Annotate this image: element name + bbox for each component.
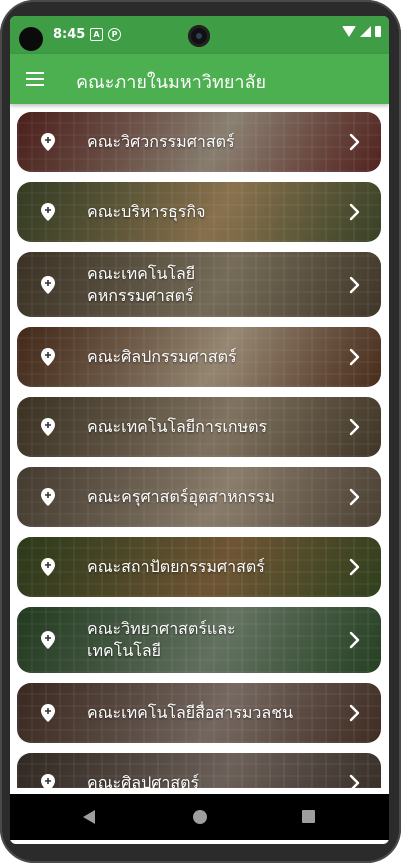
faculty-name-line: คณะสถาปัตยกรรมศาสตร์ — [87, 557, 265, 576]
chevron-right-icon[interactable] — [347, 704, 361, 722]
faculty-card[interactable]: คณะบริหารธุรกิจ — [17, 182, 381, 242]
faculty-name: คณะเทคโนโลยี คหกรรมศาสตร์ — [87, 263, 335, 307]
faculty-name-line: คณะเทคโนโลยีการเกษตร — [87, 417, 268, 436]
location-pin-icon — [41, 203, 55, 221]
location-pin-icon — [41, 488, 55, 506]
faculty-name-line: เทคโนโลยี — [87, 641, 162, 660]
signal-icon — [360, 26, 371, 37]
chevron-right-icon[interactable] — [347, 276, 361, 294]
faculty-name-line: คณะครุศาสตร์อุตสาหกรรม — [87, 487, 276, 506]
location-pin-icon — [41, 133, 55, 151]
faculty-card[interactable]: คณะวิศวกรรมศาสตร์ — [17, 112, 381, 172]
faculty-name: คณะบริหารธุรกิจ — [87, 201, 335, 223]
faculty-name: คณะวิทยาศาสตร์และเทคโนโลยี — [87, 618, 335, 662]
faculty-name: คณะศิลปศาสตร์ — [87, 772, 335, 788]
system-nav-bar — [10, 794, 389, 840]
device-frame: 8:45 A P คณะภายในมหาวิทยาลัย คณะวิศวกรรม… — [0, 0, 401, 863]
faculty-name-line: คณะบริหารธุรกิจ — [87, 202, 206, 221]
location-pin-icon — [41, 275, 55, 294]
a-icon: A — [90, 28, 103, 41]
faculty-card[interactable]: คณะวิทยาศาสตร์และเทคโนโลยี — [17, 607, 381, 673]
chevron-right-icon[interactable] — [347, 133, 361, 151]
chevron-right-icon[interactable] — [347, 488, 361, 506]
faculty-card[interactable]: คณะศิลปกรรมศาสตร์ — [17, 327, 381, 387]
p-icon: P — [108, 28, 121, 41]
faculty-name: คณะเทคโนโลยีการเกษตร — [87, 416, 335, 438]
faculty-card[interactable]: คณะครุศาสตร์อุตสาหกรรม — [17, 467, 381, 527]
home-circle-icon[interactable] — [193, 810, 207, 824]
faculty-list[interactable]: คณะวิศวกรรมศาสตร์คณะบริหารธุรกิจคณะเทคโน… — [17, 112, 381, 788]
faculty-card[interactable]: คณะเทคโนโลยีการเกษตร — [17, 397, 381, 457]
app-title: คณะภายในมหาวิทยาลัย — [76, 72, 267, 93]
recent-square-icon[interactable] — [302, 810, 315, 823]
faculty-card[interactable]: คณะเทคโนโลยีสื่อสารมวลชน — [17, 683, 381, 743]
hamburger-menu-icon[interactable] — [26, 72, 44, 86]
back-triangle-icon[interactable] — [83, 810, 95, 824]
faculty-card[interactable]: คณะศิลปศาสตร์ — [17, 753, 381, 788]
chevron-right-icon[interactable] — [347, 774, 361, 788]
faculty-card[interactable]: คณะสถาปัตยกรรมศาสตร์ — [17, 537, 381, 597]
location-pin-icon — [41, 631, 55, 649]
location-pin-icon — [41, 418, 55, 436]
location-pin-icon — [41, 348, 55, 366]
chevron-right-icon[interactable] — [347, 348, 361, 366]
battery-icon — [375, 26, 381, 37]
chevron-right-icon[interactable] — [347, 558, 361, 576]
front-camera — [188, 25, 210, 47]
faculty-name-line: คณะเทคโนโลยีสื่อสารมวลชน — [87, 703, 294, 722]
status-time: 8:45 — [53, 27, 86, 42]
location-pin-icon — [41, 774, 55, 788]
system-icons — [342, 26, 381, 37]
faculty-name: คณะสถาปัตยกรรมศาสตร์ — [87, 556, 335, 578]
faculty-name: คณะศิลปกรรมศาสตร์ — [87, 346, 335, 368]
faculty-name-line: คณะเทคโนโลยี — [87, 263, 196, 283]
faculty-name-line: คณะศิลปศาสตร์ — [87, 773, 200, 788]
faculty-name-line: คณะวิทยาศาสตร์และ — [87, 619, 236, 638]
chevron-right-icon[interactable] — [347, 631, 361, 649]
faculty-name: คณะเทคโนโลยีสื่อสารมวลชน — [87, 702, 335, 724]
status-bar: 8:45 A P — [10, 16, 389, 54]
faculty-name-line: คณะศิลปกรรมศาสตร์ — [87, 347, 237, 366]
faculty-card[interactable]: คณะเทคโนโลยี คหกรรมศาสตร์ — [17, 252, 381, 317]
screen: 8:45 A P คณะภายในมหาวิทยาลัย คณะวิศวกรรม… — [10, 16, 389, 844]
chevron-right-icon[interactable] — [347, 418, 361, 436]
app-bar: คณะภายในมหาวิทยาลัย — [10, 54, 389, 104]
faculty-name: คณะวิศวกรรมศาสตร์ — [87, 131, 335, 153]
wifi-icon — [342, 26, 356, 37]
location-pin-icon — [41, 704, 55, 722]
faculty-name: คณะครุศาสตร์อุตสาหกรรม — [87, 486, 335, 508]
location-pin-icon — [41, 558, 55, 576]
chevron-right-icon[interactable] — [347, 203, 361, 221]
punch-hole-camera — [19, 27, 43, 51]
faculty-name-line: คณะวิศวกรรมศาสตร์ — [87, 132, 235, 151]
faculty-name-line: คหกรรมศาสตร์ — [87, 285, 194, 305]
